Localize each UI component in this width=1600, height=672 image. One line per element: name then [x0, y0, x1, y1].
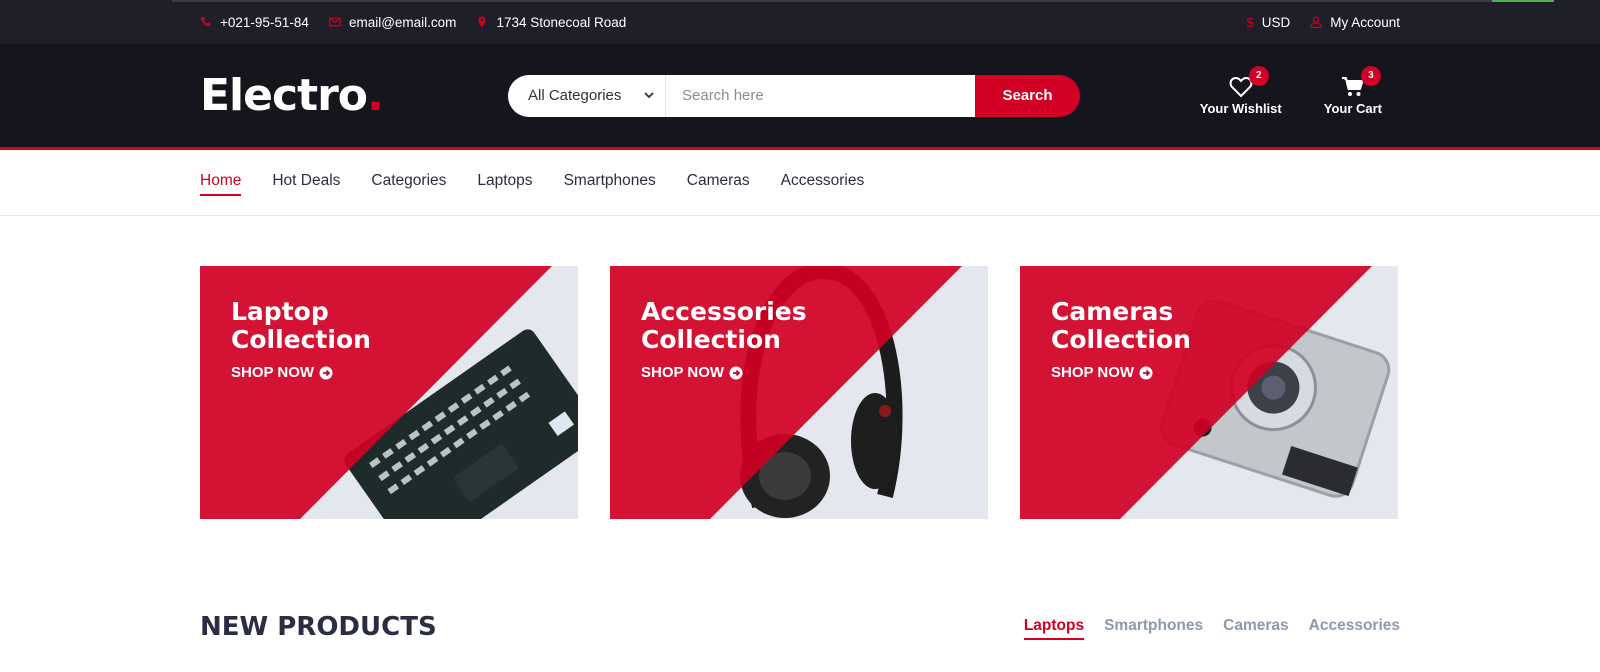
contact-links: +021-95-51-84 email@email.com 1734 Stone… [200, 15, 626, 30]
phone-link[interactable]: +021-95-51-84 [200, 15, 309, 30]
tab-accessories[interactable]: Accessories [1309, 617, 1400, 638]
cart-button[interactable]: 3 Your Cart [1323, 65, 1382, 116]
logo-dot: . [367, 70, 384, 121]
collection-card-text: Laptop Collection SHOP NOW [231, 297, 371, 382]
tab-smartphones[interactable]: Smartphones [1104, 617, 1203, 638]
collection-banners: Laptop Collection SHOP NOW Accessories Col… [200, 266, 1398, 519]
phone-icon [201, 17, 211, 27]
account-links: $ USD My Account [1246, 15, 1400, 30]
wishlist-icon-wrap: 2 [1229, 65, 1269, 98]
arrow-circle-right-icon [729, 366, 743, 379]
search-input[interactable] [666, 74, 975, 117]
currency-text: USD [1261, 14, 1291, 30]
new-products-tabs: Laptops Smartphones Cameras Accessories [1023, 617, 1400, 640]
arrow-circle-right-icon [319, 366, 333, 379]
collection-card-text: Accessories Collection SHOP NOW [641, 297, 807, 382]
phone-text: +021-95-51-84 [220, 14, 309, 30]
email-text: email@email.com [348, 14, 457, 30]
shop-now-label: SHOP NOW [231, 364, 315, 381]
nav-item-cameras[interactable]: Cameras [687, 172, 750, 194]
shop-now-label: SHOP NOW [641, 364, 725, 381]
shop-now-link[interactable]: SHOP NOW [231, 364, 371, 381]
currency-selector[interactable]: $ USD [1246, 15, 1290, 30]
my-account-link[interactable]: My Account [1310, 15, 1400, 30]
shop-now-label: SHOP NOW [1051, 364, 1135, 381]
collection-title: Cameras Collection [1051, 297, 1191, 354]
logo[interactable]: Electro. [200, 70, 508, 121]
cart-icon-wrap: 3 [1341, 65, 1381, 98]
address-text: 1734 Stonecoal Road [496, 14, 627, 30]
cart-label: Your Cart [1323, 100, 1382, 116]
wishlist-count-badge: 2 [1248, 65, 1269, 86]
collection-card-accessories[interactable]: Accessories Collection SHOP NOW [610, 266, 988, 519]
search-form: All Categories Search [508, 74, 1080, 117]
nav-item-home[interactable]: Home [200, 172, 242, 196]
address-link[interactable]: 1734 Stonecoal Road [476, 15, 626, 30]
category-select[interactable]: All Categories [508, 74, 666, 117]
cart-count-badge: 3 [1360, 65, 1381, 86]
chevron-down-icon [644, 91, 654, 98]
arrow-circle-right-icon [1139, 366, 1153, 379]
category-select-value: All Categories [528, 87, 622, 104]
email-link[interactable]: email@email.com [329, 15, 456, 30]
collection-card-text: Cameras Collection SHOP NOW [1051, 297, 1191, 382]
nav-item-hot-deals[interactable]: Hot Deals [272, 172, 340, 194]
nav-item-categories[interactable]: Categories [371, 172, 446, 194]
new-products-title: NEW PRODUCTS [200, 612, 437, 642]
search-button[interactable]: Search [975, 74, 1080, 117]
top-header: +021-95-51-84 email@email.com 1734 Stone… [0, 0, 1600, 44]
nav-list: Home Hot Deals Categories Laptops Smartp… [200, 150, 864, 216]
status-indicator [1492, 0, 1554, 2]
collection-title: Accessories Collection [641, 297, 807, 354]
dollar-icon: $ [1246, 14, 1254, 30]
header-ctas: 2 Your Wishlist 3 Your Cart [1199, 65, 1400, 116]
collection-title: Laptop Collection [231, 297, 371, 354]
nav-item-smartphones[interactable]: Smartphones [564, 172, 656, 194]
collection-card-laptop[interactable]: Laptop Collection SHOP NOW [200, 266, 578, 519]
tab-laptops[interactable]: Laptops [1023, 617, 1085, 640]
main-header: Electro. All Categories Search 2 Your Wi… [0, 44, 1600, 150]
wishlist-label: Your Wishlist [1199, 100, 1282, 116]
shop-now-link[interactable]: SHOP NOW [1051, 364, 1191, 381]
logo-text: Electro [200, 70, 368, 121]
map-marker-icon [478, 16, 487, 28]
nav-item-accessories[interactable]: Accessories [781, 172, 865, 194]
tab-cameras[interactable]: Cameras [1223, 617, 1289, 638]
user-icon [1310, 16, 1322, 28]
account-text: My Account [1330, 14, 1400, 30]
wishlist-button[interactable]: 2 Your Wishlist [1199, 65, 1282, 116]
main-navigation: Home Hot Deals Categories Laptops Smartp… [0, 150, 1600, 216]
nav-item-laptops[interactable]: Laptops [477, 172, 532, 194]
collection-card-cameras[interactable]: Cameras Collection SHOP NOW [1020, 266, 1398, 519]
shop-now-link[interactable]: SHOP NOW [641, 364, 807, 381]
envelope-icon [329, 17, 341, 27]
